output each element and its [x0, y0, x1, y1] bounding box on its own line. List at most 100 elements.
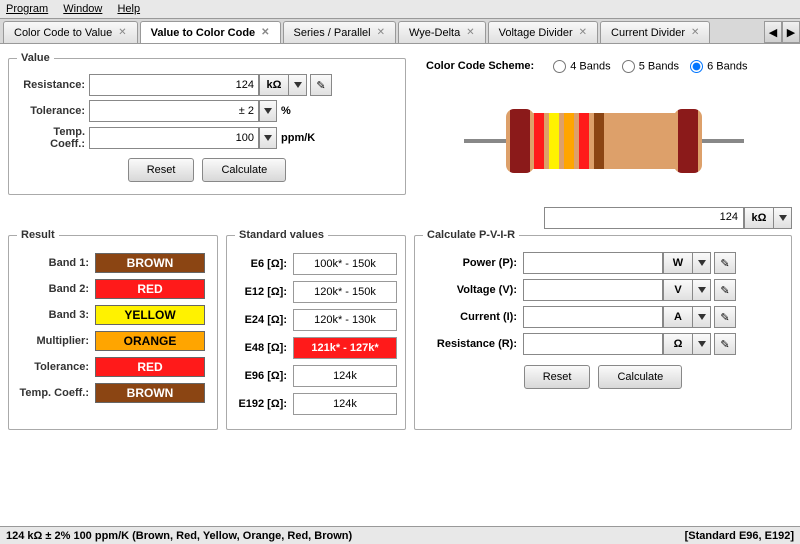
pvir-unit: W	[663, 252, 693, 274]
resistance-label: Resistance:	[17, 79, 89, 91]
tab-color-code-to-value[interactable]: Color Code to Value✕	[3, 21, 138, 43]
pvir-input[interactable]	[523, 306, 663, 328]
band-label: Tolerance:	[17, 361, 95, 373]
band-label: Band 2:	[17, 283, 95, 295]
tab-voltage-divider[interactable]: Voltage Divider✕	[488, 21, 598, 43]
standard-group: Standard values E6 [Ω]:100k* - 150kE12 […	[226, 229, 406, 430]
menu-program[interactable]: Program	[6, 3, 48, 15]
menubar: Program Window Help	[0, 0, 800, 19]
tolerance-input[interactable]	[89, 100, 259, 122]
status-right: [Standard E96, E192]	[685, 530, 794, 542]
band-chip: BROWN	[95, 383, 205, 403]
temp-dropdown[interactable]	[259, 127, 277, 149]
radio-6bands[interactable]	[690, 60, 703, 73]
display-unit-dropdown[interactable]	[774, 207, 792, 229]
close-icon[interactable]: ✕	[691, 27, 699, 38]
tab-wye-delta[interactable]: Wye-Delta✕	[398, 21, 486, 43]
pvir-unit-dropdown[interactable]	[693, 252, 711, 274]
tolerance-unit: %	[281, 105, 291, 117]
pvir-input[interactable]	[523, 279, 663, 301]
band-chip: RED	[95, 279, 205, 299]
temp-label: Temp. Coeff.:	[17, 126, 89, 150]
scroll-right-icon[interactable]: ▶	[782, 21, 800, 43]
band-chip: YELLOW	[95, 305, 205, 325]
close-icon[interactable]: ✕	[118, 27, 126, 38]
close-icon[interactable]: ✕	[579, 27, 587, 38]
std-label: E6 [Ω]:	[235, 258, 293, 270]
pvir-unit: Ω	[663, 333, 693, 355]
value-reset-button[interactable]: Reset	[128, 158, 195, 182]
pvir-clear-icon[interactable]: ✎	[714, 306, 736, 328]
pvir-unit-dropdown[interactable]	[693, 279, 711, 301]
resistor-band	[579, 113, 589, 169]
band-label: Band 1:	[17, 257, 95, 269]
tab-bar: Color Code to Value✕Value to Color Code✕…	[0, 19, 800, 44]
value-group: Value Resistance: kΩ ✎ Tolerance: % Temp…	[8, 52, 406, 195]
std-value: 120k* - 150k	[293, 281, 397, 303]
band-chip: ORANGE	[95, 331, 205, 351]
content-area: Value Resistance: kΩ ✎ Tolerance: % Temp…	[0, 44, 800, 532]
pvir-unit-dropdown[interactable]	[693, 333, 711, 355]
pvir-input[interactable]	[523, 333, 663, 355]
pvir-clear-icon[interactable]: ✎	[714, 279, 736, 301]
pvir-label: Resistance (R):	[423, 338, 523, 350]
std-value: 120k* - 130k	[293, 309, 397, 331]
band-chip: BROWN	[95, 253, 205, 273]
pvir-clear-icon[interactable]: ✎	[714, 333, 736, 355]
std-value: 124k	[293, 365, 397, 387]
std-label: E12 [Ω]:	[235, 286, 293, 298]
standard-legend: Standard values	[235, 229, 328, 241]
menu-window[interactable]: Window	[63, 3, 102, 15]
std-label: E192 [Ω]:	[235, 398, 293, 410]
radio-4bands[interactable]	[553, 60, 566, 73]
status-left: 124 kΩ ± 2% 100 ppm/K (Brown, Red, Yello…	[6, 530, 352, 542]
value-calculate-button[interactable]: Calculate	[202, 158, 286, 182]
tolerance-dropdown[interactable]	[259, 100, 277, 122]
close-icon[interactable]: ✕	[261, 27, 269, 38]
radio-5bands[interactable]	[622, 60, 635, 73]
menu-help[interactable]: Help	[117, 3, 140, 15]
temp-input[interactable]	[89, 127, 259, 149]
resistor-graphic	[416, 81, 792, 201]
scheme-title: Color Code Scheme:	[426, 60, 534, 72]
std-value: 121k* - 127k*	[293, 337, 397, 359]
pvir-label: Current (I):	[423, 311, 523, 323]
resistance-input[interactable]	[89, 74, 259, 96]
pvir-unit-dropdown[interactable]	[693, 306, 711, 328]
tab-series-parallel[interactable]: Series / Parallel✕	[283, 21, 396, 43]
tab-value-to-color-code[interactable]: Value to Color Code✕	[140, 21, 281, 43]
pvir-legend: Calculate P-V-I-R	[423, 229, 519, 241]
result-group: Result Band 1:BROWNBand 2:REDBand 3:YELL…	[8, 229, 218, 430]
tab-current-divider[interactable]: Current Divider✕	[600, 21, 710, 43]
band-chip: RED	[95, 357, 205, 377]
band-label: Multiplier:	[17, 335, 95, 347]
pvir-clear-icon[interactable]: ✎	[714, 252, 736, 274]
std-label: E48 [Ω]:	[235, 342, 293, 354]
resistor-band	[594, 113, 604, 169]
resistor-band	[534, 113, 544, 169]
std-value: 100k* - 150k	[293, 253, 397, 275]
std-value: 124k	[293, 393, 397, 415]
display-unit: kΩ	[744, 207, 774, 229]
pvir-input[interactable]	[523, 252, 663, 274]
pvir-label: Voltage (V):	[423, 284, 523, 296]
color-scheme-row: Color Code Scheme: 4 Bands 5 Bands 6 Ban…	[426, 60, 782, 73]
resistor-band	[549, 113, 559, 169]
resistance-clear-icon[interactable]: ✎	[310, 74, 332, 96]
std-label: E24 [Ω]:	[235, 314, 293, 326]
std-label: E96 [Ω]:	[235, 370, 293, 382]
close-icon[interactable]: ✕	[466, 27, 474, 38]
pvir-label: Power (P):	[423, 257, 523, 269]
statusbar: 124 kΩ ± 2% 100 ppm/K (Brown, Red, Yello…	[0, 526, 800, 544]
result-legend: Result	[17, 229, 59, 241]
value-legend: Value	[17, 52, 54, 64]
resistance-unit-dropdown[interactable]	[289, 74, 307, 96]
pvir-unit: V	[663, 279, 693, 301]
pvir-unit: A	[663, 306, 693, 328]
scroll-left-icon[interactable]: ◀	[764, 21, 782, 43]
resistance-unit: kΩ	[259, 74, 289, 96]
band-label: Band 3:	[17, 309, 95, 321]
pvir-reset-button[interactable]: Reset	[524, 365, 591, 389]
pvir-calculate-button[interactable]: Calculate	[598, 365, 682, 389]
close-icon[interactable]: ✕	[377, 27, 385, 38]
